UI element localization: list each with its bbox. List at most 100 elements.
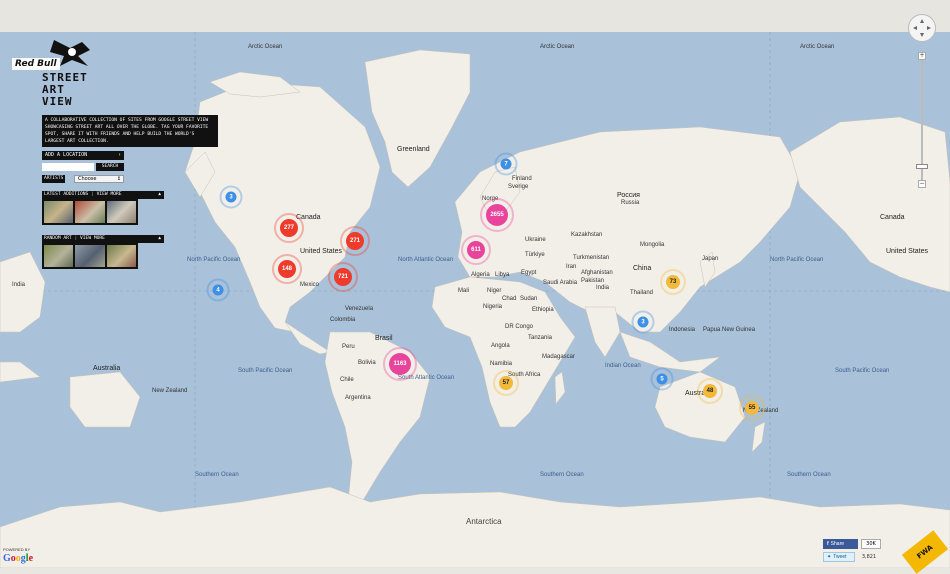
latest-view-more-link[interactable]: VIEW MORE <box>97 192 122 197</box>
tweet-button[interactable]: ✦ Tweet <box>823 552 855 562</box>
label-peru: Peru <box>342 344 355 350</box>
label-finland: Finland <box>512 176 532 182</box>
cluster-marker[interactable]: 7 <box>494 152 518 176</box>
artists-select[interactable]: Choose ↕ <box>74 175 124 183</box>
label-indonesia: Indonesia <box>669 327 696 333</box>
share-count: 30K <box>861 539 881 549</box>
search-button[interactable]: SEARCH <box>96 163 124 171</box>
cluster-marker[interactable]: 57 <box>493 370 519 396</box>
label-namibia: Namibia <box>490 361 513 367</box>
thumbnail[interactable] <box>106 245 136 267</box>
cluster-marker[interactable]: 73 <box>660 269 686 295</box>
cluster-marker[interactable]: 1163 <box>383 347 417 381</box>
label-north-pacific-1: North Pacific Ocean <box>187 257 241 263</box>
brand-name: Red Bull <box>12 58 60 70</box>
label-north-pacific-2: North Pacific Ocean <box>770 257 824 263</box>
powered-by-label: POWERED BY <box>3 547 31 552</box>
random-thumbnails <box>42 243 138 269</box>
label-arctic-ocean-2: Arctic Ocean <box>540 44 575 50</box>
site-description: A COLLABORATIVE COLLECTION OF SITES FROM… <box>42 115 218 147</box>
label-colombia: Colombia <box>330 317 356 323</box>
label-new-zealand-2: New Zealand <box>152 388 188 394</box>
thumbnail[interactable] <box>44 201 74 223</box>
cluster-marker[interactable]: 148 <box>272 254 302 284</box>
cluster-marker[interactable]: 2655 <box>480 198 514 232</box>
google-logo[interactable]: Google <box>3 553 33 564</box>
label-ukraine: Ukraine <box>525 237 546 243</box>
cluster-marker[interactable]: 5 <box>650 367 674 391</box>
thumbnail[interactable] <box>106 201 136 223</box>
cluster-marker[interactable]: 271 <box>340 226 370 256</box>
tweet-count: 3,821 <box>861 554 877 560</box>
cluster-marker[interactable]: 48 <box>697 378 723 404</box>
label-ethiopia: Ethiopia <box>532 307 554 313</box>
zoom-handle[interactable] <box>916 164 928 169</box>
facebook-share-button[interactable]: f Share <box>823 539 858 549</box>
label-egypt: Egypt <box>521 270 537 276</box>
top-bar <box>0 0 950 33</box>
label-brasil: Brasil <box>375 335 393 342</box>
label-canada-2: Canada <box>880 214 905 221</box>
cluster-marker[interactable]: 55 <box>739 395 765 421</box>
zoom-in-button[interactable]: + <box>918 52 926 60</box>
random-view-more-link[interactable]: VIEW MORE <box>80 236 105 241</box>
label-sudan: Sudan <box>520 296 538 302</box>
label-north-atlantic: North Atlantic Ocean <box>398 257 454 263</box>
label-south-pacific-2: South Pacific Ocean <box>835 368 890 374</box>
label-afghanistan: Afghanistan <box>581 270 613 276</box>
facebook-icon: f <box>827 541 829 547</box>
pan-control[interactable] <box>908 14 936 42</box>
label-thailand: Thailand <box>630 290 654 296</box>
cluster-marker[interactable]: 611 <box>461 235 491 265</box>
label-bolivia: Bolivia <box>358 360 376 366</box>
thumbnail[interactable] <box>75 201 105 223</box>
cluster-marker[interactable]: 721 <box>328 262 358 292</box>
chevron-updown-icon: ↕ <box>116 176 121 182</box>
label-papua: Papua New Guinea <box>703 327 756 333</box>
label-south-pacific-1: South Pacific Ocean <box>238 368 293 374</box>
chevron-right-icon: › <box>117 152 121 158</box>
label-mali: Mali <box>458 288 470 294</box>
chevron-up-icon[interactable]: ▲ <box>158 235 161 243</box>
title-view: VIEW <box>42 95 73 108</box>
twitter-bird-icon: ✦ <box>827 554 832 560</box>
label-japan: Japan <box>702 256 719 262</box>
label-china: China <box>633 265 652 272</box>
cluster-marker[interactable]: 4 <box>206 278 230 302</box>
label-southern-ocean-2: Southern Ocean <box>540 472 584 478</box>
label-mexico: Mexico <box>300 282 320 288</box>
label-libya: Libya <box>495 272 510 278</box>
label-nigeria: Nigeria <box>483 304 503 310</box>
label-saudi-arabia: Saudi Arabia <box>543 280 578 286</box>
label-australia-2: Australia <box>93 365 121 372</box>
label-southern-ocean-3: Southern Ocean <box>787 472 831 478</box>
zoom-out-button[interactable]: − <box>918 180 926 188</box>
thumbnail[interactable] <box>75 245 105 267</box>
label-arctic-ocean-3: Arctic Ocean <box>800 44 835 50</box>
zoom-slider[interactable]: + − <box>916 52 928 188</box>
cluster-marker[interactable]: 277 <box>274 213 304 243</box>
label-angola: Angola <box>491 343 510 349</box>
label-greenland: Greenland <box>397 146 430 153</box>
cluster-marker[interactable]: 3 <box>631 310 655 334</box>
label-turkey: Türkiye <box>525 252 545 258</box>
latest-additions-header: LATEST ADDITIONS | VIEW MORE ▲ <box>42 191 164 199</box>
thumbnail[interactable] <box>44 245 74 267</box>
label-mongolia: Mongolia <box>640 242 665 248</box>
world-map[interactable]: Arctic Ocean Arctic Ocean Arctic Ocean G… <box>0 32 950 568</box>
pan-arrows-icon <box>913 19 931 37</box>
label-united-states-2: United States <box>886 248 929 255</box>
label-russia: Россия <box>617 192 640 199</box>
label-argentina: Argentina <box>345 395 371 401</box>
chevron-up-icon[interactable]: ▲ <box>158 191 161 199</box>
random-art-header: RANDOM ART | VIEW MORE ▲ <box>42 235 164 243</box>
cluster-marker[interactable]: 3 <box>219 185 243 209</box>
label-venezuela: Venezuela <box>345 306 374 312</box>
label-antarctica: Antarctica <box>466 517 502 526</box>
label-southern-ocean-1: Southern Ocean <box>195 472 239 478</box>
latest-thumbnails <box>42 199 138 225</box>
add-location-button[interactable]: ADD A LOCATION › <box>42 151 124 160</box>
label-india-2: India <box>12 282 26 288</box>
search-input[interactable] <box>42 163 94 171</box>
label-tanzania: Tanzania <box>528 335 553 341</box>
